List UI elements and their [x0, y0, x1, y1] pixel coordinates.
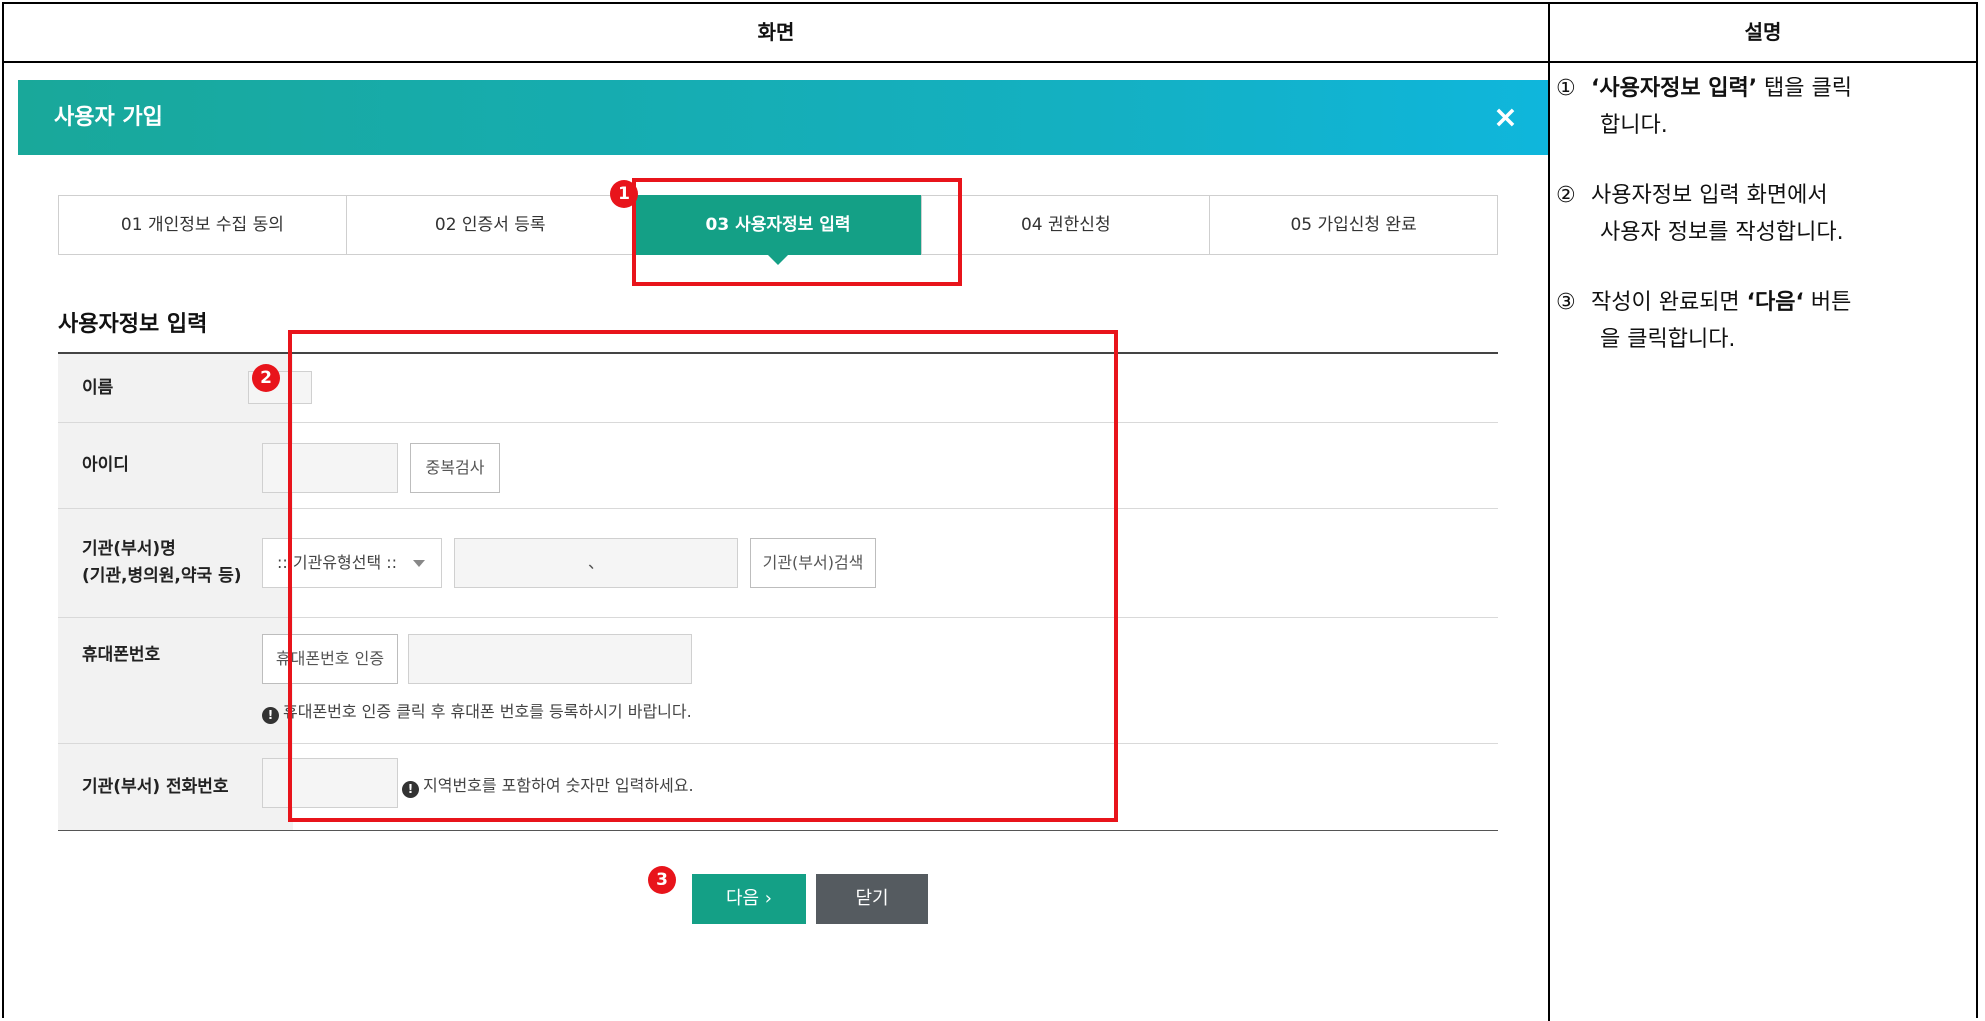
active-tab-arrow [767, 255, 788, 265]
item3-line2: 을 클릭합니다. [1600, 327, 1736, 352]
next-button[interactable]: 다음 › [692, 874, 806, 924]
info-icon: ! [262, 707, 279, 724]
tab-signup-complete[interactable]: 05 가입신청 완료 [1210, 196, 1497, 254]
org-row: 기관(부서)명(기관,병의원,약국 등) :: 기관유형선택 :: 、 기관(부… [58, 509, 1498, 618]
org-label-line1: 기관(부서)명 [82, 539, 176, 559]
form-bottom-divider [58, 830, 1498, 831]
item2-line1: 사용자정보 입력 화면에서 [1591, 183, 1828, 208]
phone-verify-button[interactable]: 휴대폰번호 인증 [262, 634, 398, 684]
id-field[interactable] [262, 443, 398, 493]
item3-pre: 작성이 완료되면 [1591, 290, 1747, 315]
tab-permission-request[interactable]: 04 권한신청 [922, 196, 1211, 254]
description-item-3: ③ 작성이 완료되면 ‘다음‘ 버튼 을 클릭합니다. [1556, 284, 1976, 358]
tel-field[interactable] [262, 758, 398, 808]
item2-line2: 사용자 정보를 작성합니다. [1600, 220, 1844, 245]
item3-rest: 버튼 [1803, 290, 1852, 315]
tab-privacy-consent[interactable]: 01 개인정보 수집 동의 [59, 196, 347, 254]
description-column-header: 설명 [1550, 4, 1976, 61]
callout-badge-1: 1 [610, 180, 638, 208]
screen-column-header: 화면 [4, 4, 1550, 61]
chevron-down-icon [413, 560, 425, 567]
info-icon: ! [402, 781, 419, 798]
step-tabs: 01 개인정보 수집 동의 02 인증서 등록 03 사용자정보 입력 04 권… [58, 195, 1498, 265]
item1-line2: 합니다. [1600, 113, 1668, 138]
org-type-select-value: :: 기관유형선택 :: [277, 553, 398, 572]
tab-user-info-label: 03 사용자정보 입력 [705, 215, 851, 235]
callout-badge-2: 2 [252, 364, 280, 392]
item3-number: ③ [1556, 290, 1576, 315]
tel-row: 기관(부서) 전화번호 ! 지역번호를 포함하여 숫자만 입력하세요. [58, 744, 1498, 830]
tel-label: 기관(부서) 전화번호 [58, 744, 293, 830]
guide-table: 화면 설명 사용자 가입 × 01 개인정보 수집 동의 02 인증서 등록 0… [2, 2, 1978, 1021]
org-label: 기관(부서)명 (기관,병의원,약국 등) [58, 509, 293, 617]
phone-label: 휴대폰번호 [58, 618, 293, 743]
callout-badge-3: 3 [648, 866, 676, 894]
tab-user-info[interactable]: 03 사용자정보 입력 [634, 195, 923, 265]
tel-note-text: 지역번호를 포함하여 숫자만 입력하세요. [423, 776, 694, 795]
org-name-field[interactable]: 、 [454, 538, 738, 588]
description-item-2: ② 사용자정보 입력 화면에서 사용자 정보를 작성합니다. [1556, 177, 1976, 251]
org-type-select[interactable]: :: 기관유형선택 :: [262, 538, 442, 588]
phone-number-field[interactable] [408, 634, 692, 684]
item1-rest: 탭을 클릭 [1757, 76, 1853, 101]
phone-note: ! 휴대폰번호 인증 클릭 후 휴대폰 번호를 등록하시기 바랍니다. [262, 698, 692, 724]
org-search-button[interactable]: 기관(부서)검색 [750, 538, 876, 588]
description-panel: ① ‘사용자정보 입력’ 탭을 클릭 합니다. ② 사용자정보 입력 화면에서 … [1556, 70, 1976, 391]
duplicate-check-button[interactable]: 중복검사 [410, 443, 500, 493]
item1-number: ① [1556, 76, 1576, 101]
header-divider [4, 61, 1976, 63]
close-icon[interactable]: × [1493, 80, 1518, 155]
section-title: 사용자정보 입력 [58, 312, 208, 337]
tab-certificate[interactable]: 02 인증서 등록 [347, 196, 635, 254]
modal-title: 사용자 가입 [54, 105, 163, 130]
id-label: 아이디 [58, 423, 293, 508]
item1-bold: ‘사용자정보 입력’ [1591, 76, 1758, 101]
tel-note: ! 지역번호를 포함하여 숫자만 입력하세요. [402, 772, 694, 798]
item3-bold: ‘다음‘ [1746, 290, 1804, 315]
org-label-line2: (기관,병의원,약국 등) [82, 566, 242, 586]
item2-number: ② [1556, 183, 1576, 208]
description-item-1: ① ‘사용자정보 입력’ 탭을 클릭 합니다. [1556, 70, 1976, 144]
close-button[interactable]: 닫기 [816, 874, 928, 924]
phone-row: 휴대폰번호 휴대폰번호 인증 ! 휴대폰번호 인증 클릭 후 휴대폰 번호를 등록… [58, 618, 1498, 744]
id-row: 아이디 중복검사 [58, 423, 1498, 509]
signup-modal: 사용자 가입 × 01 개인정보 수집 동의 02 인증서 등록 03 사용자정… [18, 80, 1548, 1020]
phone-note-text: 휴대폰번호 인증 클릭 후 휴대폰 번호를 등록하시기 바랍니다. [283, 702, 692, 721]
modal-titlebar: 사용자 가입 × [18, 80, 1548, 155]
column-divider [1548, 61, 1550, 1021]
